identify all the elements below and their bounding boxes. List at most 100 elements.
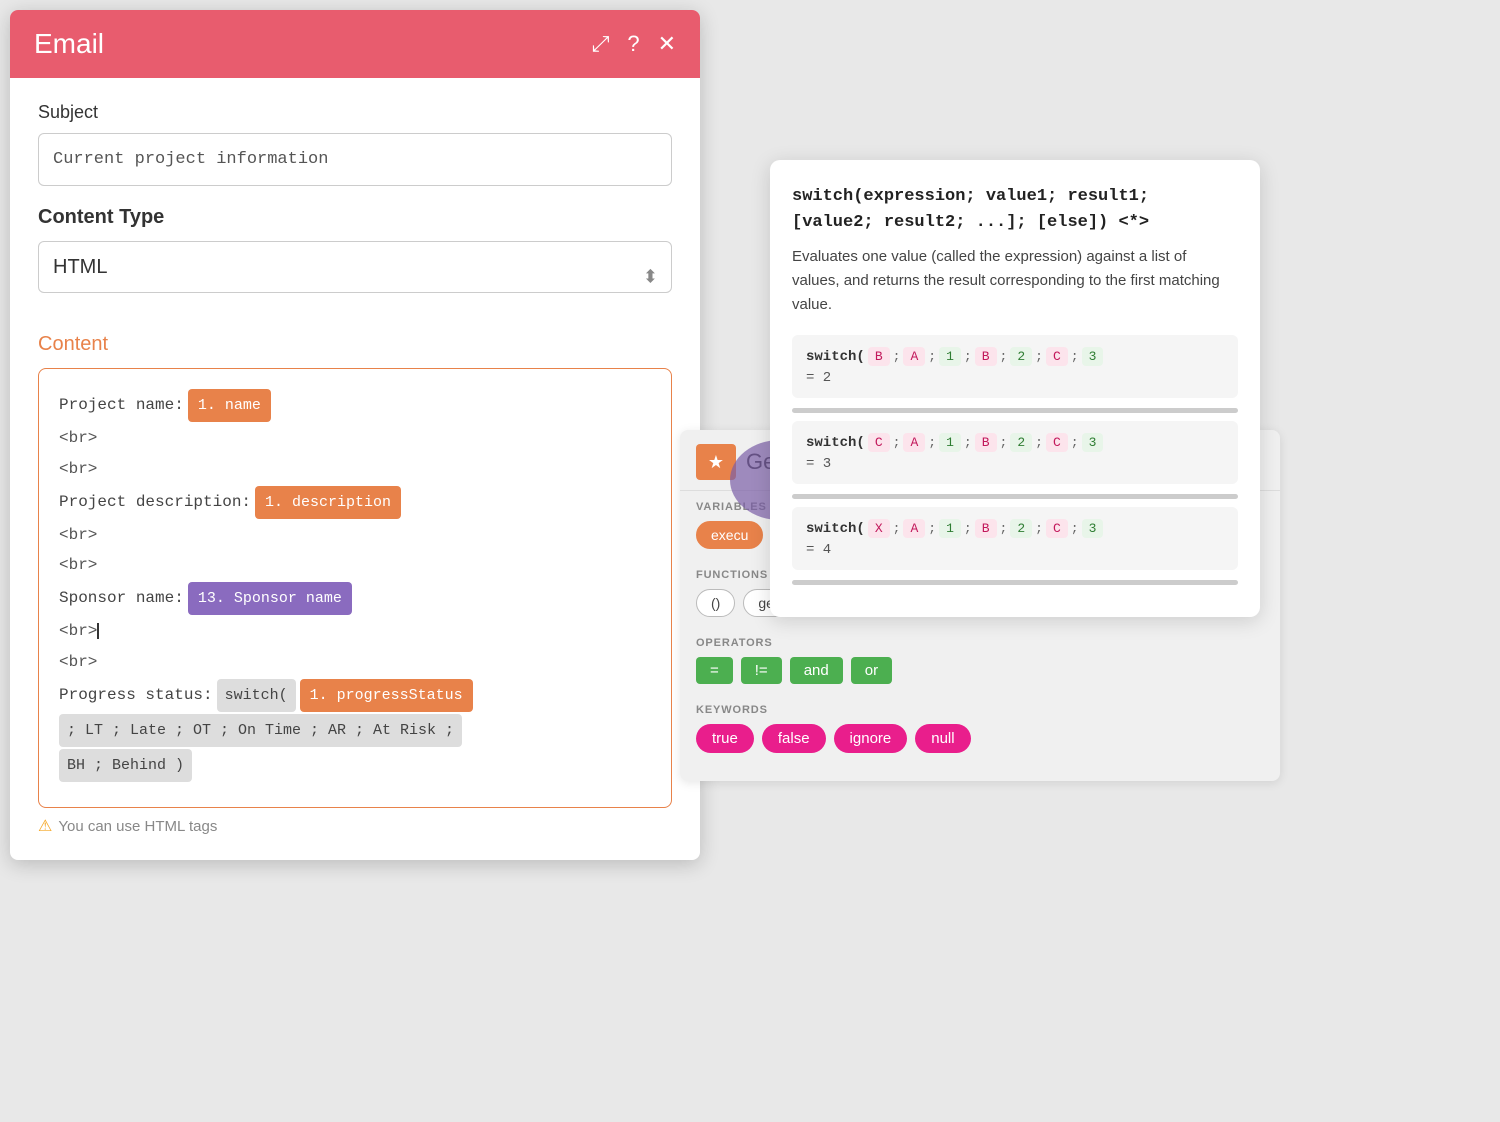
content-type-label: Content Type — [38, 206, 672, 229]
divider-1 — [792, 408, 1238, 413]
content-editor[interactable]: Project name: 1. name <br> <br> Project … — [38, 368, 672, 808]
ex-2-3: 2 — [1010, 519, 1032, 538]
ex-b-2: B — [975, 433, 997, 452]
op-equals[interactable]: = — [696, 657, 733, 684]
content-line-5: ; LT ; Late ; OT ; On Time ; AR ; At Ris… — [59, 714, 651, 747]
example-formula-1: switch( B ; A ; 1 ; B ; 2 ; C ; 3 — [806, 347, 1224, 366]
content-line-br5: <br> — [59, 617, 651, 646]
divider-2 — [792, 494, 1238, 499]
br-tag-5: <br> — [59, 617, 99, 646]
ex-b-3: B — [975, 519, 997, 538]
content-line-1: Project name: 1. name — [59, 389, 651, 422]
tag-switch-open[interactable]: switch( — [217, 679, 296, 712]
tag-name[interactable]: 1. name — [188, 389, 271, 422]
content-type-wrapper: HTML Plain Text — [38, 241, 672, 313]
subject-label: Subject — [38, 102, 672, 123]
ex-func-1: switch( — [806, 349, 865, 365]
content-label: Content — [38, 333, 672, 356]
tag-sponsor[interactable]: 13. Sponsor name — [188, 582, 352, 615]
br-tag-4: <br> — [59, 551, 97, 580]
example-result-2: = 3 — [806, 456, 1224, 472]
ex-a-3: A — [903, 519, 925, 538]
br-tag-6: <br> — [59, 648, 97, 677]
ex-func-3: switch( — [806, 521, 865, 537]
content-line-br3: <br> — [59, 521, 651, 550]
ex-1-1: 1 — [939, 347, 961, 366]
content-line-6: BH ; Behind ) — [59, 749, 651, 782]
hint-text: You can use HTML tags — [58, 818, 217, 835]
operators-label: OPERATORS — [696, 637, 1264, 649]
ex-3-1: 3 — [1082, 347, 1104, 366]
kw-null[interactable]: null — [915, 724, 970, 753]
op-notequals[interactable]: != — [741, 657, 782, 684]
kw-ignore[interactable]: ignore — [834, 724, 908, 753]
ex-1-3: 1 — [939, 519, 961, 538]
kw-false[interactable]: false — [762, 724, 826, 753]
example-result-1: = 2 — [806, 370, 1224, 386]
divider-3 — [792, 580, 1238, 585]
content-line-4: Progress status: switch( 1. progressStat… — [59, 679, 651, 712]
modal-body: Subject Content Type HTML Plain Text Con… — [10, 78, 700, 860]
content-line-br6: <br> — [59, 648, 651, 677]
ex-2-1: 2 — [1010, 347, 1032, 366]
br-tag-1: <br> — [59, 424, 97, 453]
ex-c-1: C — [1046, 347, 1068, 366]
line3-text: Sponsor name: — [59, 584, 184, 613]
example-block-3: switch( X ; A ; 1 ; B ; 2 ; C ; 3 = 4 — [792, 507, 1238, 570]
hint-icon: ⚠ — [38, 816, 52, 836]
example-formula-3: switch( X ; A ; 1 ; B ; 2 ; C ; 3 — [806, 519, 1224, 538]
op-or[interactable]: or — [851, 657, 892, 684]
ex-a-2: A — [903, 433, 925, 452]
help-icon[interactable]: ? — [627, 31, 639, 57]
line2-text: Project description: — [59, 488, 251, 517]
tag-switch-end: BH ; Behind ) — [59, 749, 192, 782]
line4-text: Progress status: — [59, 681, 213, 710]
helper-description: Evaluates one value (called the expressi… — [792, 245, 1238, 317]
br-tag-3: <br> — [59, 521, 97, 550]
ex-2-2: 2 — [1010, 433, 1032, 452]
tag-description[interactable]: 1. description — [255, 486, 401, 519]
close-icon[interactable]: ✕ — [658, 31, 676, 57]
modal-header: Email ⤢ ? ✕ — [10, 10, 700, 78]
ex-3-3: 3 — [1082, 519, 1104, 538]
subject-input[interactable] — [38, 133, 672, 186]
ex-b2-1: B — [975, 347, 997, 366]
example-block-1: switch( B ; A ; 1 ; B ; 2 ; C ; 3 = 2 — [792, 335, 1238, 398]
example-block-2: switch( C ; A ; 1 ; B ; 2 ; C ; 3 = 3 — [792, 421, 1238, 484]
hint-line: ⚠ You can use HTML tags — [38, 816, 672, 836]
content-line-br4: <br> — [59, 551, 651, 580]
ex-func-2: switch( — [806, 435, 865, 451]
br-tag-2: <br> — [59, 455, 97, 484]
example-result-3: = 4 — [806, 542, 1224, 558]
tag-switch-params: ; LT ; Late ; OT ; On Time ; AR ; At Ris… — [59, 714, 462, 747]
ex-c2: C — [868, 433, 890, 452]
helper-panel: switch(expression; value1; result1; [val… — [770, 160, 1260, 617]
ex-a-1: A — [903, 347, 925, 366]
ex-1-2: 1 — [939, 433, 961, 452]
keywords-tags-row: true false ignore null — [696, 724, 1264, 753]
modal-title: Email — [34, 28, 104, 60]
kw-true[interactable]: true — [696, 724, 754, 753]
helper-func-title: switch(expression; value1; result1; [val… — [792, 184, 1238, 235]
tag-progress-status[interactable]: 1. progressStatus — [300, 679, 473, 712]
line1-text: Project name: — [59, 391, 184, 420]
op-and[interactable]: and — [790, 657, 843, 684]
operators-tags-row: = != and or — [696, 657, 1264, 684]
keywords-section: KEYWORDS true false ignore null — [680, 694, 1280, 763]
example-formula-2: switch( C ; A ; 1 ; B ; 2 ; C ; 3 — [806, 433, 1224, 452]
email-modal: Email ⤢ ? ✕ Subject Content Type HTML Pl… — [10, 10, 700, 860]
expand-icon[interactable]: ⤢ — [592, 31, 610, 57]
keywords-label: KEYWORDS — [696, 704, 1264, 716]
content-line-br1: <br> — [59, 424, 651, 453]
content-line-3: Sponsor name: 13. Sponsor name — [59, 582, 651, 615]
ex-c-3: C — [1046, 519, 1068, 538]
ex-3-2: 3 — [1082, 433, 1104, 452]
operators-section: OPERATORS = != and or — [680, 627, 1280, 694]
content-type-select[interactable]: HTML Plain Text — [38, 241, 672, 293]
ex-c3-2: C — [1046, 433, 1068, 452]
func-parens[interactable]: () — [696, 589, 735, 617]
execu-btn[interactable]: execu — [696, 521, 763, 549]
ex-x: X — [868, 519, 890, 538]
content-line-br2: <br> — [59, 455, 651, 484]
modal-header-icons: ⤢ ? ✕ — [592, 31, 676, 57]
